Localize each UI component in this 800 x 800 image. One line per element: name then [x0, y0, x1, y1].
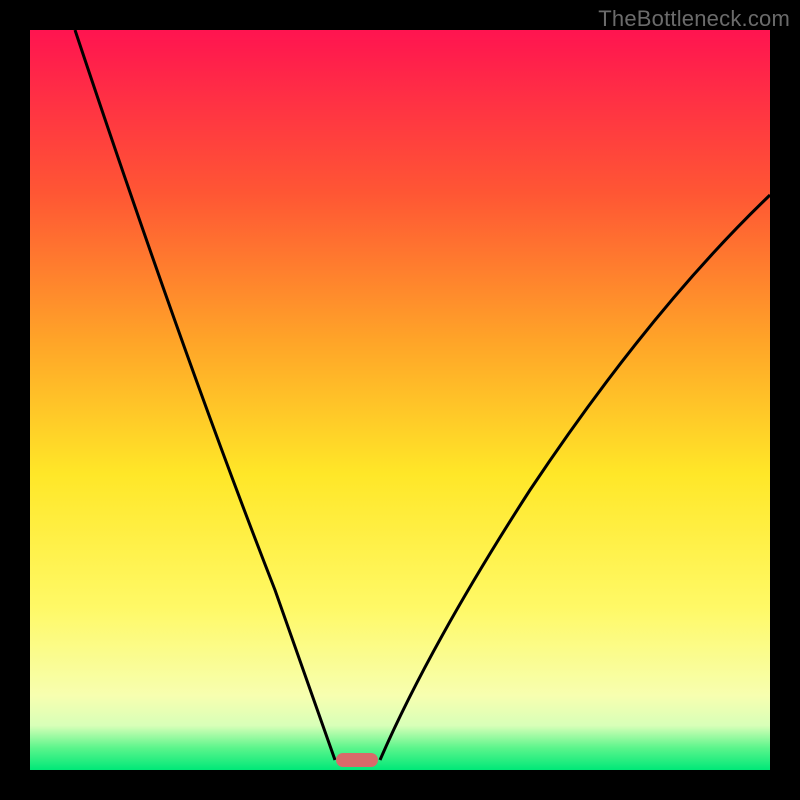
optimal-marker [336, 753, 378, 767]
bottleneck-curve [30, 30, 770, 770]
left-curve-path [75, 30, 335, 760]
watermark-text: TheBottleneck.com [598, 6, 790, 32]
chart-frame: TheBottleneck.com [0, 0, 800, 800]
plot-area [30, 30, 770, 770]
right-curve-path [380, 195, 770, 760]
